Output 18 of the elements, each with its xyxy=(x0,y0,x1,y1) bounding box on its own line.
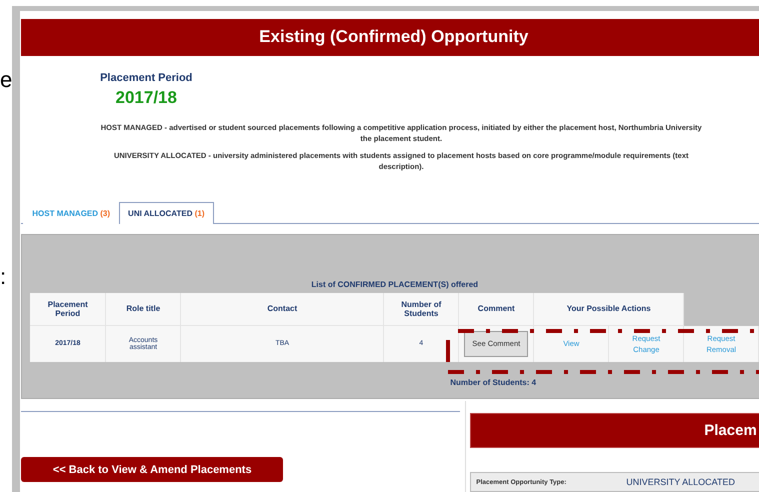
students-total: Number of Students: 4 xyxy=(450,378,538,387)
column-header: Comment xyxy=(459,292,534,326)
column-header: Number of Students xyxy=(384,292,460,326)
column-header: Contact xyxy=(181,292,384,326)
background-text: : xyxy=(0,266,8,288)
column-header: Your Possible Actions xyxy=(534,292,684,326)
page-title: Existing (Confirmed) Opportunity xyxy=(21,19,759,56)
panel-title: Placem xyxy=(470,413,759,448)
column-header: Role title xyxy=(106,292,182,326)
type-value: UNIVERSITY ALLOCATED xyxy=(626,477,735,487)
list-caption: List of CONFIRMED PLACEMENT(S) offered xyxy=(310,280,480,289)
period-label: Placement Period xyxy=(100,72,192,84)
period-value: 2017/18 xyxy=(116,88,177,108)
background-text: e xyxy=(0,69,12,91)
back-button[interactable]: << Back to View & Amend Placements xyxy=(21,457,284,482)
dashed-line xyxy=(446,340,450,362)
column-header: Placement Period xyxy=(30,292,106,326)
tab[interactable]: UNI ALLOCATED (1) xyxy=(119,202,214,224)
